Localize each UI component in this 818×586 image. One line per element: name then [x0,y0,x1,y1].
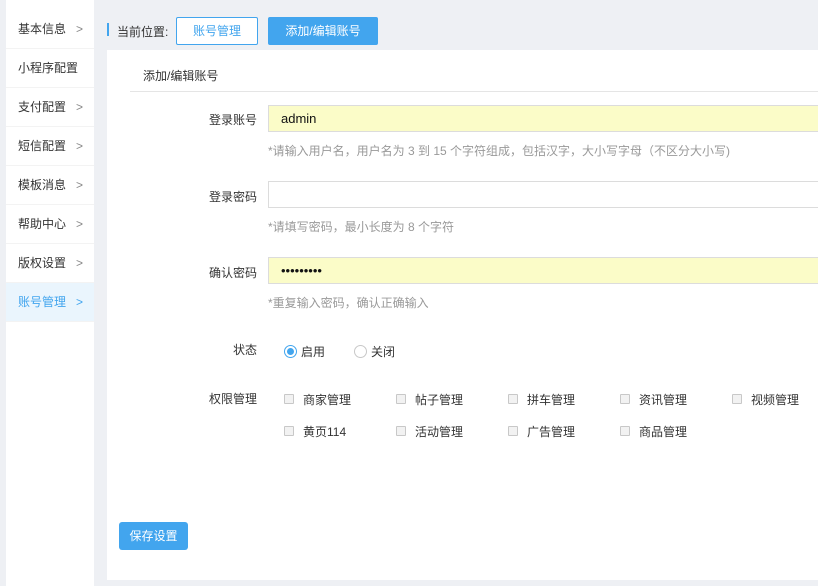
sidebar-item-help-center[interactable]: 帮助中心 > [6,205,94,244]
confirm-password-label: 确认密码 [208,266,257,280]
breadcrumb: 当前位置: 账号管理 添加/编辑账号 [107,0,818,50]
sidebar-item-label: 短信配置 [18,139,67,153]
sidebar-item-label: 基本信息 [18,22,67,36]
breadcrumb-add-edit-account-button[interactable]: 添加/编辑账号 [268,17,378,45]
sidebar-item-template-message[interactable]: 模板消息 > [6,166,94,205]
sidebar-item-label: 版权设置 [18,256,67,270]
password-label: 登录密码 [208,190,257,204]
form-panel: 添加/编辑账号 登录账号 *请输入用户名，用户名为 3 到 15 个字符组成，包… [107,50,818,580]
checkbox-icon [508,394,518,404]
checkbox-icon [508,426,518,436]
checkbox-icon [284,426,294,436]
confirm-password-input[interactable] [268,257,818,284]
checkbox-icon [396,426,406,436]
sidebar-item-label: 模板消息 [18,178,67,192]
sidebar-item-miniprogram-config[interactable]: 小程序配置 [6,49,94,88]
permission-video[interactable]: 视频管理 [732,392,800,407]
permission-label: 商家管理 [303,392,352,407]
permission-news[interactable]: 资讯管理 [620,392,688,407]
status-label: 状态 [232,343,257,357]
chevron-right-icon: > [76,217,84,231]
sidebar: 基本信息 > 小程序配置 支付配置 > 短信配置 > 模板消息 > 帮助中心 >… [6,0,94,586]
chevron-right-icon: > [76,178,84,192]
radio-label: 关闭 [371,344,396,359]
sidebar-item-account-management[interactable]: 账号管理 > [6,283,94,322]
permission-label: 帖子管理 [415,392,464,407]
sidebar-item-sms-config[interactable]: 短信配置 > [6,127,94,166]
chevron-right-icon: > [76,295,84,309]
sidebar-item-label: 帮助中心 [18,217,67,231]
permission-ads[interactable]: 广告管理 [508,424,576,439]
sidebar-item-label: 支付配置 [18,100,67,114]
permission-label: 广告管理 [527,424,576,439]
permission-merchant[interactable]: 商家管理 [284,392,352,407]
checkbox-icon [284,394,294,404]
status-disabled-radio[interactable]: 关闭 [354,343,395,359]
status-enabled-radio[interactable]: 启用 [284,343,325,359]
breadcrumb-marker [107,23,109,36]
password-input[interactable] [268,181,818,208]
breadcrumb-label: 当前位置: [117,25,169,39]
radio-label: 启用 [301,344,326,359]
sidebar-item-payment-config[interactable]: 支付配置 > [6,88,94,127]
permission-posts[interactable]: 帖子管理 [396,392,464,407]
checkbox-icon [620,394,630,404]
chevron-right-icon: > [76,100,84,114]
permission-label: 活动管理 [415,424,464,439]
permission-carpool[interactable]: 拼车管理 [508,392,576,407]
permission-label: 黄页114 [303,424,347,439]
chevron-right-icon: > [76,22,84,36]
permission-label: 视频管理 [751,392,800,407]
permission-events[interactable]: 活动管理 [396,424,464,439]
username-hint: *请输入用户名，用户名为 3 到 15 个字符组成，包括汉字，大小写字母（不区分… [268,144,731,158]
permissions-label: 权限管理 [208,392,257,406]
sidebar-item-label: 小程序配置 [18,61,79,75]
username-input[interactable] [268,105,818,132]
permission-products[interactable]: 商品管理 [620,424,688,439]
sidebar-item-label: 账号管理 [18,295,67,309]
sidebar-item-basic-info[interactable]: 基本信息 > [6,10,94,49]
checkbox-icon [732,394,742,404]
checkbox-icon [396,394,406,404]
sidebar-item-copyright[interactable]: 版权设置 > [6,244,94,283]
breadcrumb-account-management-button[interactable]: 账号管理 [176,17,258,45]
radio-unchecked-icon [354,344,367,358]
panel-title: 添加/编辑账号 [143,69,219,83]
checkbox-icon [620,426,630,436]
permission-label: 资讯管理 [639,392,688,407]
permission-label: 商品管理 [639,424,688,439]
chevron-right-icon: > [76,256,84,270]
password-hint: *请填写密码，最小长度为 8 个字符 [268,220,455,234]
confirm-password-hint: *重复输入密码，确认正确输入 [268,296,429,310]
permission-label: 拼车管理 [527,392,576,407]
main-content: 当前位置: 账号管理 添加/编辑账号 添加/编辑账号 登录账号 *请输入用户名，… [107,0,818,586]
permission-yellow-pages[interactable]: 黄页114 [284,424,347,439]
save-button[interactable]: 保存设置 [119,522,188,550]
radio-checked-icon [284,344,297,358]
chevron-right-icon: > [76,139,84,153]
panel-divider [130,91,818,92]
username-label: 登录账号 [208,113,257,127]
